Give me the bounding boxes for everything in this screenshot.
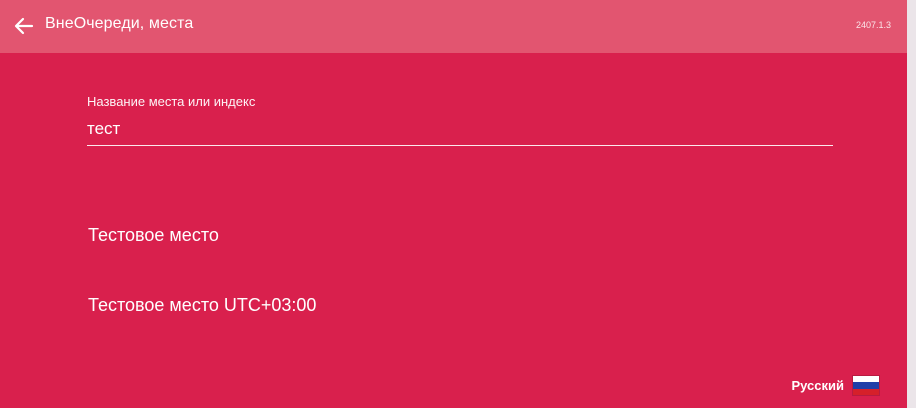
- results-list: Тестовое место Тестовое место UTC+03:00: [88, 200, 828, 340]
- list-item[interactable]: Тестовое место UTC+03:00: [88, 270, 828, 340]
- search-input[interactable]: [87, 115, 833, 143]
- back-button[interactable]: [8, 10, 40, 42]
- search-input-wrap: [87, 115, 833, 146]
- search-label: Название места или индекс: [87, 94, 256, 109]
- app-bar: ВнеОчереди, места 2407.1.3: [0, 0, 907, 53]
- language-label: Русский: [791, 378, 844, 393]
- language-selector[interactable]: Русский: [791, 375, 880, 396]
- version-label: 2407.1.3: [855, 20, 891, 30]
- list-item[interactable]: Тестовое место: [88, 200, 828, 270]
- arrow-left-icon: [14, 17, 34, 35]
- flag-stripe-red: [853, 388, 879, 395]
- search-field: Название места или индекс: [87, 94, 833, 146]
- scrollbar[interactable]: [907, 0, 916, 408]
- page-title: ВнеОчереди, места: [45, 15, 194, 32]
- russia-flag-icon: [852, 375, 880, 396]
